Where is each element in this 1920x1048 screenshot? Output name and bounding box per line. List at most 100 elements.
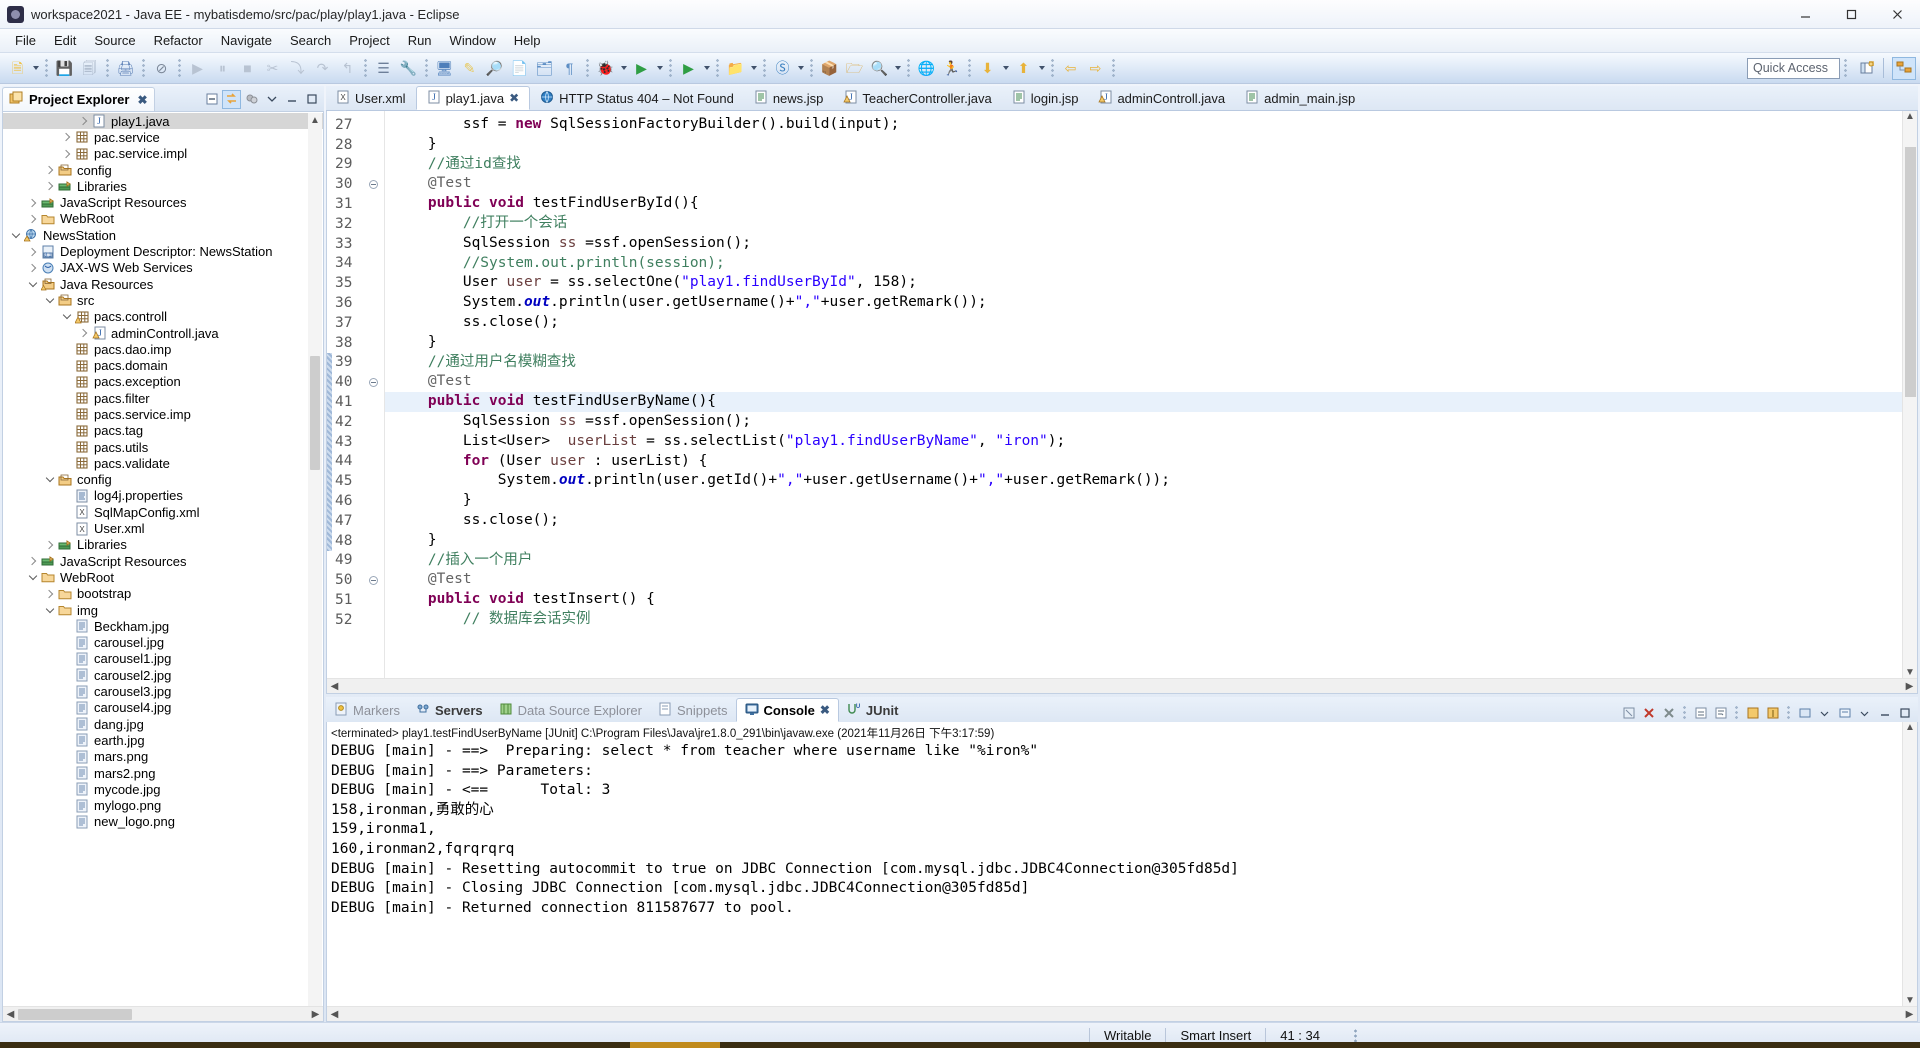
menu-source[interactable]: Source [85, 31, 144, 50]
code-line[interactable]: //通过用户名模糊查找 [385, 353, 1917, 373]
tree-expander-closed[interactable] [26, 245, 40, 259]
tree-expander-open[interactable] [43, 473, 57, 487]
tree-item-pacs-controll[interactable]: pacs.controll [3, 309, 323, 325]
tree-item-dang-jpg[interactable]: dang.jpg [3, 716, 323, 732]
clear-console-button[interactable] [1619, 703, 1638, 722]
display-console-dropdown[interactable] [1855, 703, 1874, 722]
tree-item-admincontroll-java[interactable]: JadminControll.java [3, 325, 323, 341]
link-with-editor-button[interactable] [222, 89, 241, 109]
step-into-icon[interactable]: ⤵ [287, 58, 308, 79]
debug-icon[interactable]: 🐞 [595, 58, 616, 79]
console-tab-snippets[interactable]: Snippets [650, 698, 736, 722]
skip-breakpoints-icon[interactable]: Ⓢ [772, 58, 793, 79]
tree-item-config[interactable]: config [3, 472, 323, 488]
tree-item-pac-service-impl[interactable]: pac.service.impl [3, 146, 323, 162]
console-output[interactable]: <terminated> play1.testFindUserByName [J… [326, 722, 1918, 1022]
dropdown-arrow-icon[interactable] [795, 58, 806, 79]
code-line[interactable]: SqlSession ss =ssf.openSession(); [385, 234, 1917, 254]
tree-item-src[interactable]: src [3, 292, 323, 308]
code-line[interactable]: } [385, 135, 1917, 155]
tree-item-java-resources[interactable]: Java Resources [3, 276, 323, 292]
tree-expander-open[interactable] [60, 310, 74, 324]
step-return-icon[interactable]: ↰ [337, 58, 358, 79]
code-line[interactable]: // 数据库会话实例 [385, 610, 1917, 630]
tree-expander-open[interactable] [26, 570, 40, 584]
tree-expander-open[interactable] [9, 228, 23, 242]
code-line[interactable]: User user = ss.selectOne("play1.findUser… [385, 273, 1917, 293]
editor-tab-user-xml[interactable]: X User.xml [326, 86, 416, 110]
editor-horizontal-scrollbar[interactable]: ◀ ▶ [327, 678, 1917, 693]
project-tree[interactable]: Jplay1.java pac.service pac.service.impl co… [3, 112, 323, 1006]
tree-item-deployment-descriptor-newsstation[interactable]: 3.1 Deployment Descriptor: NewsStation [3, 243, 323, 259]
disconnect-icon[interactable]: ✂ [262, 58, 283, 79]
tree-item-pacs-utils[interactable]: pacs.utils [3, 439, 323, 455]
tree-item-mars-png[interactable]: mars.png [3, 749, 323, 765]
code-line[interactable]: } [385, 491, 1917, 511]
new-server-icon[interactable]: 🖥 [434, 58, 455, 79]
close-icon[interactable]: ✖ [137, 93, 147, 107]
tree-item-carousel-jpg[interactable]: carousel.jpg [3, 635, 323, 651]
scroll-left-arrow[interactable]: ◀ [3, 1009, 18, 1020]
code-editor[interactable]: 27 28 29 30 31 32 33 34 35 36 37 38 39 40 41 42 43 44 45 46… [326, 111, 1918, 694]
tree-item-mylogo-png[interactable]: mylogo.png [3, 797, 323, 813]
menu-edit[interactable]: Edit [45, 31, 85, 50]
code-line[interactable]: public void testFindUserByName(){ [385, 392, 1917, 412]
fold-collapse-icon[interactable] [369, 179, 378, 189]
run-icon[interactable]: ▶ [631, 58, 652, 79]
code-line[interactable]: //打开一个会话 [385, 214, 1917, 234]
console-tab-console[interactable]: Console ✖ [735, 698, 839, 722]
scroll-lock-button[interactable] [1691, 703, 1710, 722]
open-type-icon[interactable]: 🗁 [844, 58, 865, 79]
scroll-right-arrow[interactable]: ▶ [1902, 1009, 1917, 1020]
menu-navigate[interactable]: Navigate [212, 31, 281, 50]
editor-tab-news-jsp[interactable]: news.jsp [744, 86, 834, 110]
menu-window[interactable]: Window [441, 31, 505, 50]
tree-expander-closed[interactable] [43, 179, 57, 193]
console-horizontal-scrollbar[interactable]: ◀ ▶ [327, 1006, 1917, 1021]
open-console-dropdown[interactable] [1815, 703, 1834, 722]
tree-item-carousel3-jpg[interactable]: carousel3.jpg [3, 683, 323, 699]
tree-expander-closed[interactable] [43, 163, 57, 177]
maximize-button[interactable] [1828, 0, 1874, 28]
resume-icon[interactable]: ▶ [187, 58, 208, 79]
suspend-icon[interactable]: ⏸ [212, 58, 233, 79]
collapse-all-button[interactable] [202, 90, 221, 109]
tree-vertical-scrollbar[interactable]: ▲ ▼ [308, 113, 322, 1020]
next-annotation-icon[interactable]: ⬇ [977, 58, 998, 79]
tree-item-newsstation[interactable]: NewsStation [3, 227, 323, 243]
tree-item-libraries[interactable]: Libraries [3, 537, 323, 553]
previous-annotation-icon[interactable]: ⬆ [1013, 58, 1034, 79]
code-line[interactable]: System.out.println(user.getUsername()+",… [385, 293, 1917, 313]
minimize-button[interactable] [1782, 0, 1828, 28]
editor-tab-admincontroll-java[interactable]: JadminControll.java [1088, 86, 1235, 110]
tab-project-explorer[interactable]: Project Explorer ✖ [2, 87, 155, 111]
word-wrap-button[interactable] [1711, 703, 1730, 722]
back-icon[interactable]: ⇦ [1060, 58, 1081, 79]
code-line[interactable]: //System.out.println(session); [385, 254, 1917, 274]
tree-item-webroot[interactable]: WebRoot [3, 211, 323, 227]
new-html-icon[interactable]: ¶ [559, 58, 580, 79]
code-line[interactable]: @Test [385, 174, 1917, 194]
code-line[interactable]: System.out.println(user.getId()+","+user… [385, 471, 1917, 491]
editor-tab-http-status-404-not-found[interactable]: HTTP Status 404 – Not Found [530, 86, 744, 110]
code-line[interactable]: } [385, 333, 1917, 353]
new-xml-icon[interactable]: 🗂 [534, 58, 555, 79]
coverage-icon[interactable]: ▶ [678, 58, 699, 79]
tree-expander-open[interactable] [43, 293, 57, 307]
tree-item-config[interactable]: config [3, 162, 323, 178]
tree-horizontal-scrollbar[interactable]: ◀ ▶ [3, 1006, 323, 1021]
editor-tab-play1-java[interactable]: Jplay1.java ✖ [415, 86, 531, 110]
focus-on-active-task-button[interactable] [242, 90, 261, 109]
remove-markers-icon[interactable]: ⊘ [151, 58, 172, 79]
close-button[interactable] [1874, 0, 1920, 28]
tree-item-bootstrap[interactable]: bootstrap [3, 586, 323, 602]
code-line[interactable]: ss.close(); [385, 511, 1917, 531]
view-menu-button[interactable] [262, 90, 281, 109]
save-icon[interactable]: 💾 [54, 58, 75, 79]
tree-item-carousel4-jpg[interactable]: carousel4.jpg [3, 700, 323, 716]
dropdown-arrow-icon[interactable] [1036, 58, 1047, 79]
open-console-button[interactable] [1795, 703, 1814, 722]
java-ee-perspective-button[interactable] [1892, 56, 1916, 80]
menu-file[interactable]: File [6, 31, 45, 50]
maximize-panel-button[interactable] [1895, 703, 1914, 722]
